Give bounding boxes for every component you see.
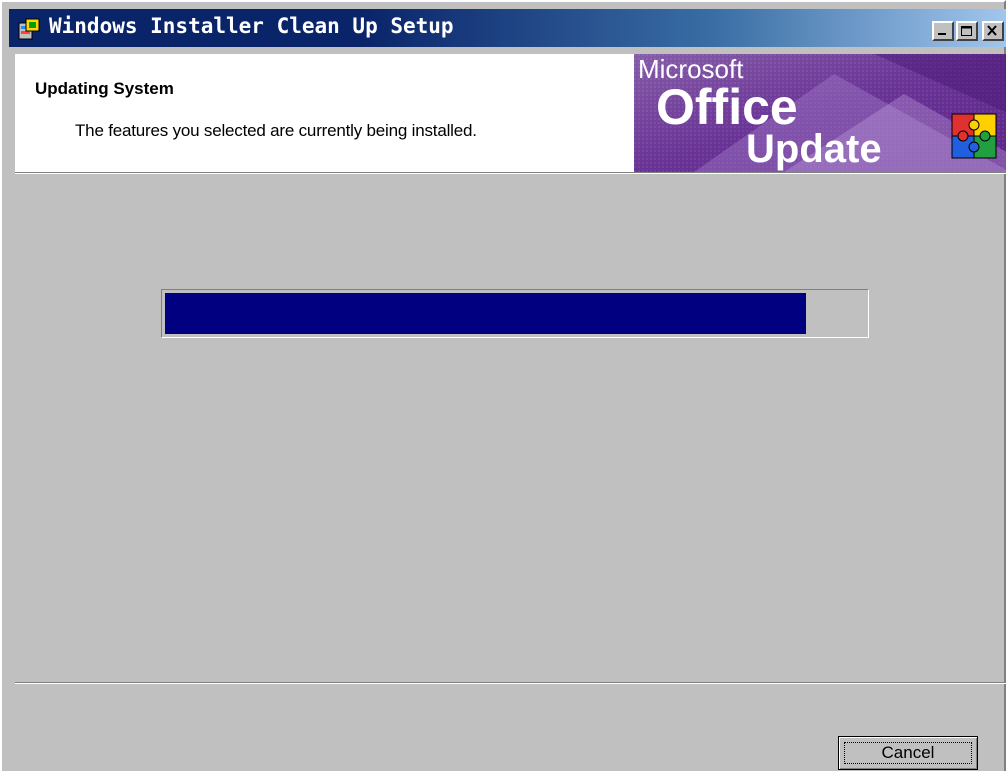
cancel-button-label: Cancel bbox=[844, 742, 972, 764]
minimize-button[interactable] bbox=[932, 21, 954, 41]
close-icon bbox=[987, 25, 997, 36]
maximize-button[interactable] bbox=[956, 21, 978, 41]
banner-text-update: Update bbox=[746, 127, 882, 171]
install-progress-bar bbox=[161, 289, 869, 338]
puzzle-icon bbox=[951, 113, 997, 159]
office-update-banner: Microsoft Office Update bbox=[634, 54, 1006, 172]
installer-app-icon bbox=[18, 18, 40, 40]
maximize-icon bbox=[961, 26, 972, 36]
minimize-icon bbox=[938, 33, 946, 35]
header-divider bbox=[15, 172, 1006, 174]
header-panel: Updating System The features you selecte… bbox=[15, 54, 1006, 172]
cancel-button[interactable]: Cancel bbox=[838, 736, 978, 770]
page-title: Updating System bbox=[35, 79, 174, 98]
installer-window: Windows Installer Clean Up Setup Updatin… bbox=[0, 0, 1006, 771]
banner-graphic: Microsoft Office Update bbox=[634, 54, 1006, 172]
page-subtitle: The features you selected are currently … bbox=[75, 121, 477, 140]
footer-divider bbox=[15, 682, 1006, 684]
close-button[interactable] bbox=[982, 21, 1004, 41]
progress-fill bbox=[165, 293, 806, 334]
title-bar[interactable]: Windows Installer Clean Up Setup bbox=[9, 9, 1006, 47]
window-title: Windows Installer Clean Up Setup bbox=[49, 14, 454, 38]
